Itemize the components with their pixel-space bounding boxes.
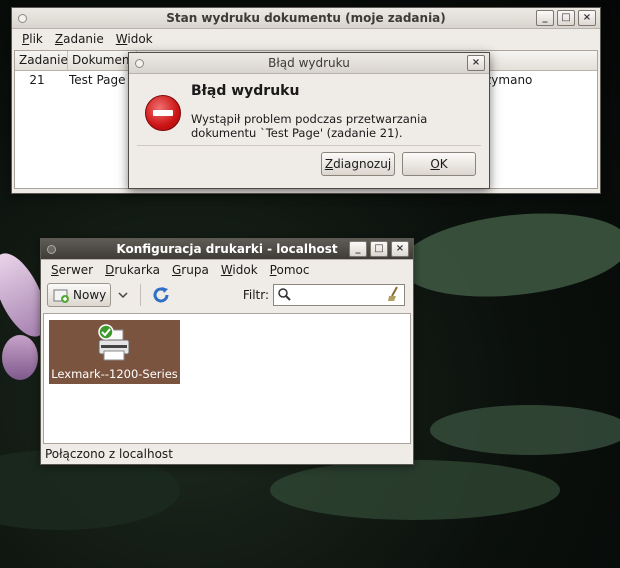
status-bar: Połączono z localhost <box>45 447 173 461</box>
printer-config-titlebar[interactable]: Konfiguracja drukarki - localhost _ □ × <box>41 239 413 260</box>
window-menu-icon[interactable] <box>135 59 144 68</box>
maximize-button[interactable]: □ <box>557 10 575 26</box>
filter-input[interactable] <box>273 284 405 306</box>
diagnose-button[interactable]: Zdiagnozuj <box>321 152 395 176</box>
new-printer-icon <box>53 289 69 303</box>
new-printer-dropdown[interactable] <box>114 284 132 306</box>
printer-config-title: Konfiguracja drukarki - localhost <box>116 242 338 256</box>
toolbar-separator <box>140 284 142 306</box>
close-button[interactable]: × <box>467 55 485 71</box>
chevron-down-icon <box>118 292 128 299</box>
printer-list: Lexmark--1200-Series <box>43 313 411 444</box>
error-dialog: Błąd wydruku × Błąd wydruku Wystąpił pro… <box>128 52 490 189</box>
new-printer-label: Nowy <box>73 288 107 302</box>
menu-zadanie[interactable]: Zadanie <box>49 29 110 49</box>
menu-pomoc[interactable]: Pomoc <box>264 260 316 280</box>
menu-serwer[interactable]: Serwer <box>45 260 99 280</box>
close-button[interactable]: × <box>578 10 596 26</box>
refresh-button[interactable] <box>149 283 173 307</box>
printer-name: Lexmark--1200-Series <box>51 367 178 381</box>
menu-widok[interactable]: Widok <box>110 29 159 49</box>
menu-widok[interactable]: Widok <box>215 260 264 280</box>
printer-icon <box>97 324 129 361</box>
close-button[interactable]: × <box>391 241 409 257</box>
error-dialog-title: Błąd wydruku <box>268 56 350 70</box>
printer-config-window: Konfiguracja drukarki - localhost _ □ × … <box>40 238 414 465</box>
minimize-button[interactable]: _ <box>349 241 367 257</box>
printer-config-toolbar: Nowy Filtr: <box>41 280 413 310</box>
error-message: Wystąpił problem podczas przetwarzania d… <box>191 112 428 140</box>
column-header-document[interactable]: Dokument <box>68 51 137 70</box>
search-icon <box>278 288 291 301</box>
job-id-cell: 21 <box>29 73 45 87</box>
error-heading: Błąd wydruku <box>191 83 300 99</box>
filter-label: Filtr: <box>242 288 269 302</box>
print-queue-title: Stan wydruku dokumentu (moje zadania) <box>166 11 446 25</box>
new-printer-button[interactable]: Nowy <box>47 283 112 307</box>
printer-config-menubar: Serwer Drukarka Grupa Widok Pomoc <box>41 260 413 280</box>
window-menu-icon[interactable] <box>18 14 27 23</box>
error-icon <box>145 95 181 131</box>
error-dialog-titlebar[interactable]: Błąd wydruku × <box>129 53 489 74</box>
clear-icon[interactable] <box>387 286 401 302</box>
menu-grupa[interactable]: Grupa <box>166 260 215 280</box>
printer-tile-lexmark[interactable]: Lexmark--1200-Series <box>49 320 180 384</box>
print-queue-titlebar[interactable]: Stan wydruku dokumentu (moje zadania) _ … <box>12 8 600 29</box>
column-header-job[interactable]: Zadanie <box>15 51 68 70</box>
menu-drukarka[interactable]: Drukarka <box>99 260 166 280</box>
status-cell: zymano <box>485 73 533 87</box>
refresh-icon <box>153 287 169 303</box>
maximize-button[interactable]: □ <box>370 241 388 257</box>
minimize-button[interactable]: _ <box>536 10 554 26</box>
ok-button[interactable]: OK <box>402 152 476 176</box>
print-queue-menubar: Plik Zadanie Widok <box>12 29 600 49</box>
menu-plik[interactable]: Plik <box>16 29 49 49</box>
dialog-separator <box>137 145 481 146</box>
window-menu-icon[interactable] <box>47 245 56 254</box>
